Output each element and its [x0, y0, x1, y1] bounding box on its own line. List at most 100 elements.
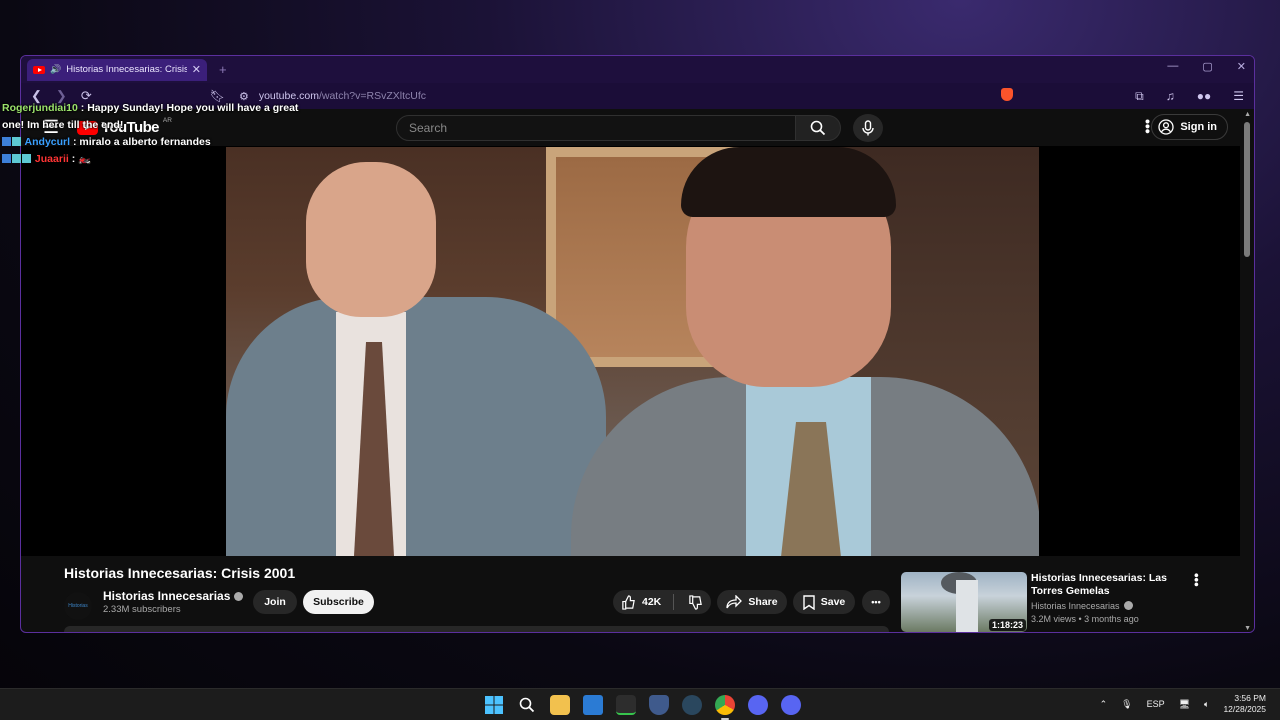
menu-icon[interactable]: ☰ — [1233, 89, 1244, 103]
settings-menu-icon[interactable]: ••• — [1140, 119, 1156, 134]
recommended-thumbnail[interactable]: 1:18:23 — [901, 572, 1027, 632]
media-icon[interactable]: ♫ — [1166, 89, 1175, 103]
chat-username: Rogerjundiai10 — [2, 102, 78, 114]
channel-name[interactable]: Historias Innecesarias — [103, 589, 244, 603]
chat-text: : 🏍️ — [68, 153, 92, 165]
join-button[interactable]: Join — [253, 590, 297, 614]
thumbs-up-icon — [622, 594, 635, 610]
sign-in-label: Sign in — [1180, 121, 1217, 133]
sign-in-button[interactable]: Sign in — [1151, 114, 1228, 140]
volume-icon[interactable]: 🔈︎ — [1204, 699, 1209, 710]
like-dislike-group: 42K — [613, 590, 711, 614]
discord-icon[interactable] — [781, 695, 801, 715]
chat-message: Andycurl : miralo a alberto fernandes — [2, 134, 307, 151]
search-button[interactable] — [795, 115, 841, 141]
join-label: Join — [264, 596, 286, 608]
subscriber-count: 2.33M subscribers — [103, 604, 181, 615]
chat-message: Rogerjundiai10 : Happy Sunday! Hope you … — [2, 100, 307, 134]
stream-chat-overlay: Rogerjundiai10 : Happy Sunday! Hope you … — [2, 100, 307, 168]
share-button[interactable]: Share — [717, 590, 787, 614]
dislike-button[interactable] — [688, 594, 703, 610]
subscribe-label: Subscribe — [313, 596, 364, 608]
new-tab-button[interactable]: + — [219, 62, 227, 77]
microphone-tray-icon[interactable]: 🎙︎ — [1121, 699, 1132, 710]
scroll-up-icon[interactable]: ▲ — [1244, 111, 1251, 118]
discord-icon[interactable] — [748, 695, 768, 715]
badge-icon — [12, 154, 21, 163]
video-person-left-suit — [226, 297, 606, 556]
video-title: Historias Innecesarias: Crisis 2001 — [64, 565, 296, 581]
microphone-icon — [862, 120, 874, 136]
terminal-icon[interactable] — [616, 695, 636, 715]
search-placeholder: Search — [409, 121, 448, 135]
file-explorer-icon[interactable] — [550, 695, 570, 715]
windows-start-icon[interactable] — [484, 695, 504, 715]
steam-icon[interactable] — [682, 695, 702, 715]
search-icon — [810, 120, 826, 136]
close-window-icon[interactable]: ✕ — [1237, 60, 1246, 73]
badge-icon — [12, 137, 21, 146]
youtube-favicon-icon — [33, 65, 45, 74]
like-divider — [673, 594, 675, 610]
badge-icon — [2, 154, 11, 163]
clock-date: 12/28/2025 — [1223, 704, 1266, 714]
title-bar: 🔊 Historias Innecesarias: Crisis 2 ✕ + —… — [21, 56, 1254, 83]
scrollbar-thumb[interactable] — [1244, 122, 1250, 257]
extension-icon[interactable]: ●● — [1197, 89, 1212, 103]
share-label: Share — [748, 596, 778, 608]
minimize-icon[interactable]: — — [1167, 60, 1178, 73]
chat-username: Andycurl — [24, 136, 71, 148]
store-icon[interactable] — [583, 695, 603, 715]
chrome-icon[interactable] — [715, 695, 735, 720]
recommended-channel[interactable]: Historias Innecesarias — [1031, 601, 1133, 611]
url-path: /watch?v=RSvZXltcUfc — [318, 90, 427, 102]
maximize-icon[interactable]: ▢ — [1202, 60, 1212, 73]
badge-icon — [2, 137, 11, 146]
subscribe-button[interactable]: Subscribe — [303, 590, 374, 614]
tray-overflow-icon[interactable]: ⌃ — [1100, 699, 1108, 710]
description-box[interactable] — [64, 626, 889, 632]
tab-active[interactable]: 🔊 Historias Innecesarias: Crisis 2 ✕ — [27, 58, 207, 81]
channel-avatar[interactable]: Historias — [64, 592, 92, 620]
taskbar: ⌃ 🎙︎ ESP 🖥︎ 🔈︎ 3:56 PM 12/28/2025 — [0, 688, 1280, 720]
badge-icon — [22, 154, 31, 163]
search-icon[interactable] — [517, 695, 537, 715]
close-tab-icon[interactable]: ✕ — [192, 63, 201, 76]
vpn-shield-icon[interactable] — [649, 695, 669, 715]
video-player[interactable] — [226, 147, 1039, 556]
clock-time: 3:56 PM — [1234, 693, 1266, 703]
network-icon[interactable]: 🖥︎ — [1179, 699, 1190, 710]
account-icon — [1158, 119, 1174, 135]
recommended-meta: 3.2M views • 3 months ago — [1031, 614, 1139, 624]
window-controls: — ▢ ✕ — [1167, 60, 1246, 73]
voice-search-button[interactable] — [853, 114, 883, 142]
video-duration: 1:18:23 — [989, 619, 1027, 631]
recommended-title[interactable]: Historias Innecesarias: Las Torres Gemel… — [1031, 572, 1171, 598]
save-label: Save — [820, 596, 846, 608]
thumbnail-tower — [956, 580, 978, 632]
scroll-down-icon[interactable]: ▼ — [1244, 625, 1251, 632]
more-icon: ••• — [871, 597, 881, 607]
search-input[interactable]: Search — [396, 115, 796, 141]
save-bookmark-icon — [803, 594, 815, 610]
sidebar-icon[interactable]: ⧉ — [1135, 89, 1144, 104]
channel-logo-text: Historias — [68, 603, 88, 609]
verified-icon — [1123, 601, 1133, 610]
channel-name-label: Historias Innecesarias — [103, 589, 231, 603]
recommended-channel-label: Historias Innecesarias — [1031, 601, 1120, 611]
brave-shield-icon[interactable] — [1001, 88, 1014, 104]
verified-icon — [234, 592, 244, 601]
share-icon — [726, 595, 743, 609]
chat-text: : miralo a alberto fernandes — [70, 136, 211, 148]
clock[interactable]: 3:56 PM 12/28/2025 — [1223, 693, 1266, 715]
chat-message: Juaarii : 🏍️ — [2, 151, 307, 168]
video-person-left-head — [306, 162, 436, 317]
chat-username: Juaarii — [34, 153, 69, 165]
speaker-icon[interactable]: 🔊 — [50, 64, 61, 75]
recommended-menu-icon[interactable]: ••• — [1189, 573, 1204, 587]
more-actions-button[interactable]: ••• — [862, 590, 890, 614]
save-button[interactable]: Save — [793, 590, 855, 614]
like-button[interactable]: 42K — [621, 594, 661, 610]
thumbs-down-icon — [689, 594, 703, 610]
language-indicator[interactable]: ESP — [1147, 699, 1165, 709]
